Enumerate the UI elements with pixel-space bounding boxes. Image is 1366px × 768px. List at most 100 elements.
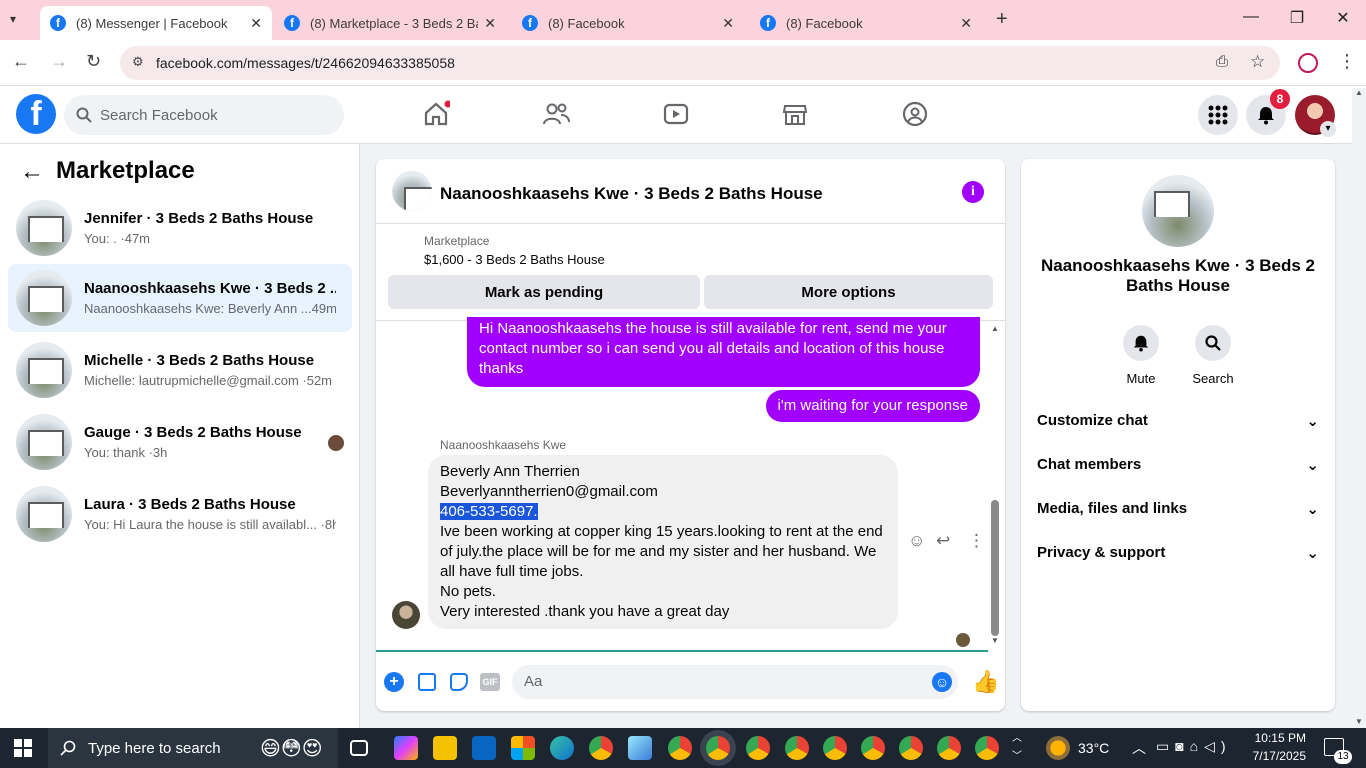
- store-icon[interactable]: [511, 736, 535, 760]
- close-tab-icon[interactable]: ✕: [484, 15, 496, 32]
- menu-grid-button[interactable]: [1198, 95, 1238, 135]
- chrome-profile-icon[interactable]: [746, 736, 770, 760]
- tab-facebook-2[interactable]: f (8) Facebook ✕: [750, 6, 982, 40]
- clock-date[interactable]: 7/17/2025: [1248, 749, 1306, 763]
- chrome-profile-icon[interactable]: [899, 736, 923, 760]
- conversation-item[interactable]: Michelle · 3 Beds 2 Baths House Michelle…: [8, 336, 352, 404]
- tab-marketplace[interactable]: f (8) Marketplace - 3 Beds 2 Bath ✕: [274, 6, 506, 40]
- conversation-preview: Naanooshkaasehs Kwe: Beverly Ann ...: [84, 301, 312, 316]
- tray-icons[interactable]: ▭◙⌂◁): [1156, 738, 1232, 755]
- like-thumb-icon[interactable]: 👍: [972, 669, 999, 695]
- install-app-icon[interactable]: ⎙: [1216, 53, 1228, 70]
- chrome-icon[interactable]: [589, 736, 613, 760]
- chrome-profile-icon[interactable]: [861, 736, 885, 760]
- weather-temp[interactable]: 33°C: [1078, 740, 1109, 756]
- outgoing-message[interactable]: Hi Naanooshkaasehs the house is still av…: [467, 317, 980, 387]
- conversation-item-selected[interactable]: Naanooshkaasehs Kwe · 3 Beds 2 ... Naano…: [8, 264, 352, 332]
- chevron-down-icon: ⌄: [1306, 545, 1319, 562]
- close-window-icon[interactable]: ✕: [1320, 8, 1366, 28]
- info-icon[interactable]: i: [962, 181, 984, 203]
- new-tab-icon[interactable]: +: [996, 8, 1008, 31]
- back-icon[interactable]: ←: [12, 51, 30, 72]
- conversation-item[interactable]: Jennifer · 3 Beds 2 Baths House You: . ·…: [8, 194, 352, 262]
- chrome-profile-icon[interactable]: [975, 736, 999, 760]
- mark-as-pending-button[interactable]: Mark as pending: [388, 275, 700, 309]
- profile-icon[interactable]: [1298, 53, 1318, 73]
- close-tab-icon[interactable]: ✕: [960, 15, 972, 32]
- groups-icon[interactable]: [901, 100, 929, 128]
- conversation-item[interactable]: Laura · 3 Beds 2 Baths House You: Hi Lau…: [8, 480, 352, 548]
- url-field[interactable]: ⚙ facebook.com/messages/t/24662094633385…: [120, 46, 1280, 80]
- privacy-support-section[interactable]: Privacy & support ⌄: [1037, 544, 1319, 562]
- edge-icon[interactable]: [550, 736, 574, 760]
- message-input[interactable]: Aa ☺: [512, 665, 958, 699]
- chrome-profile-icon[interactable]: [706, 736, 730, 760]
- more-options-button[interactable]: More options: [704, 275, 993, 309]
- facebook-logo-icon[interactable]: f: [16, 94, 56, 134]
- chrome-profile-icon[interactable]: [668, 736, 692, 760]
- chrome-profile-icon[interactable]: [823, 736, 847, 760]
- marketplace-icon[interactable]: [781, 100, 809, 128]
- incoming-message[interactable]: Beverly Ann Therrien Beverlyanntherrien0…: [428, 455, 898, 629]
- outgoing-message[interactable]: i'm waiting for your response: [765, 390, 980, 422]
- more-actions-icon[interactable]: ⋮: [968, 531, 985, 551]
- tab-search-icon[interactable]: ▾: [10, 12, 16, 26]
- sticker-icon[interactable]: [450, 673, 468, 691]
- video-icon[interactable]: [662, 100, 690, 128]
- friends-icon[interactable]: [542, 100, 570, 128]
- scrollbar-thumb[interactable]: [991, 500, 999, 636]
- conversation-item[interactable]: Gauge · 3 Beds 2 Baths House You: thank …: [8, 408, 352, 476]
- bookmark-star-icon[interactable]: ☆: [1250, 52, 1265, 72]
- site-info-icon[interactable]: ⚙: [132, 54, 144, 70]
- page-scrollbar[interactable]: ▲ ▼: [1352, 88, 1366, 728]
- back-arrow-icon[interactable]: ←: [20, 158, 44, 186]
- attach-photo-icon[interactable]: [418, 673, 436, 691]
- facebook-search-input[interactable]: Search Facebook: [64, 95, 344, 135]
- file-explorer-icon[interactable]: [433, 736, 457, 760]
- taskbar-scroll-icon[interactable]: ︿ ﹀: [1012, 730, 1022, 766]
- taskbar-search-box[interactable]: Type here to search 😄😳😍: [48, 728, 338, 768]
- task-view-icon[interactable]: [350, 740, 368, 756]
- clock-time[interactable]: 10:15 PM: [1254, 731, 1306, 745]
- outlook-icon[interactable]: [472, 736, 496, 760]
- maximize-icon[interactable]: ❐: [1274, 8, 1320, 28]
- app-icon[interactable]: [628, 736, 652, 760]
- media-files-links-section[interactable]: Media, files and links ⌄: [1037, 500, 1319, 518]
- close-tab-icon[interactable]: ✕: [250, 15, 262, 32]
- chat-header-thumbnail[interactable]: [392, 171, 432, 211]
- chat-scrollbar[interactable]: ▲ ▼: [990, 324, 1000, 646]
- listing-thumbnail: [16, 414, 72, 470]
- react-emoji-icon[interactable]: ☺: [908, 531, 925, 551]
- copilot-icon[interactable]: [394, 736, 418, 760]
- listing-source: Marketplace: [424, 234, 490, 248]
- tray-overflow-icon[interactable]: ︿: [1132, 738, 1146, 758]
- emoji-icon[interactable]: ☺: [932, 672, 952, 692]
- reply-icon[interactable]: ↩: [936, 531, 950, 551]
- account-chevron-icon[interactable]: ▾: [1320, 121, 1336, 137]
- add-more-icon[interactable]: +: [384, 672, 404, 692]
- search-label: Search: [1192, 371, 1234, 386]
- browser-menu-icon[interactable]: ⋮: [1338, 51, 1356, 72]
- notifications-button[interactable]: 8: [1246, 89, 1290, 135]
- chat-title[interactable]: Naanooshkaasehs Kwe · 3 Beds 2 Baths Hou…: [440, 184, 823, 204]
- chrome-profile-icon[interactable]: [785, 736, 809, 760]
- listing-summary[interactable]: $1,600 - 3 Beds 2 Baths House: [424, 252, 605, 267]
- customize-chat-section[interactable]: Customize chat ⌄: [1037, 412, 1319, 430]
- gif-icon[interactable]: GIF: [480, 673, 500, 691]
- minimize-icon[interactable]: —: [1228, 8, 1274, 26]
- reload-icon[interactable]: ↻: [86, 51, 101, 72]
- home-icon[interactable]: [422, 100, 450, 128]
- mute-button[interactable]: Mute: [1121, 325, 1161, 386]
- conversation-preview: You: Hi Laura the house is still availab…: [84, 517, 325, 532]
- tab-facebook-1[interactable]: f (8) Facebook ✕: [512, 6, 744, 40]
- tab-messenger[interactable]: f (8) Messenger | Facebook ✕: [40, 6, 272, 40]
- chat-members-section[interactable]: Chat members ⌄: [1037, 456, 1319, 474]
- chrome-profile-icon[interactable]: [937, 736, 961, 760]
- search-conversation-button[interactable]: Search: [1191, 325, 1235, 386]
- weather-icon[interactable]: [1046, 736, 1070, 760]
- forward-icon[interactable]: →: [50, 51, 68, 72]
- profile-thumbnail[interactable]: [1142, 175, 1214, 247]
- sender-avatar[interactable]: [392, 601, 420, 629]
- close-tab-icon[interactable]: ✕: [722, 15, 734, 32]
- windows-start-icon[interactable]: [14, 739, 32, 757]
